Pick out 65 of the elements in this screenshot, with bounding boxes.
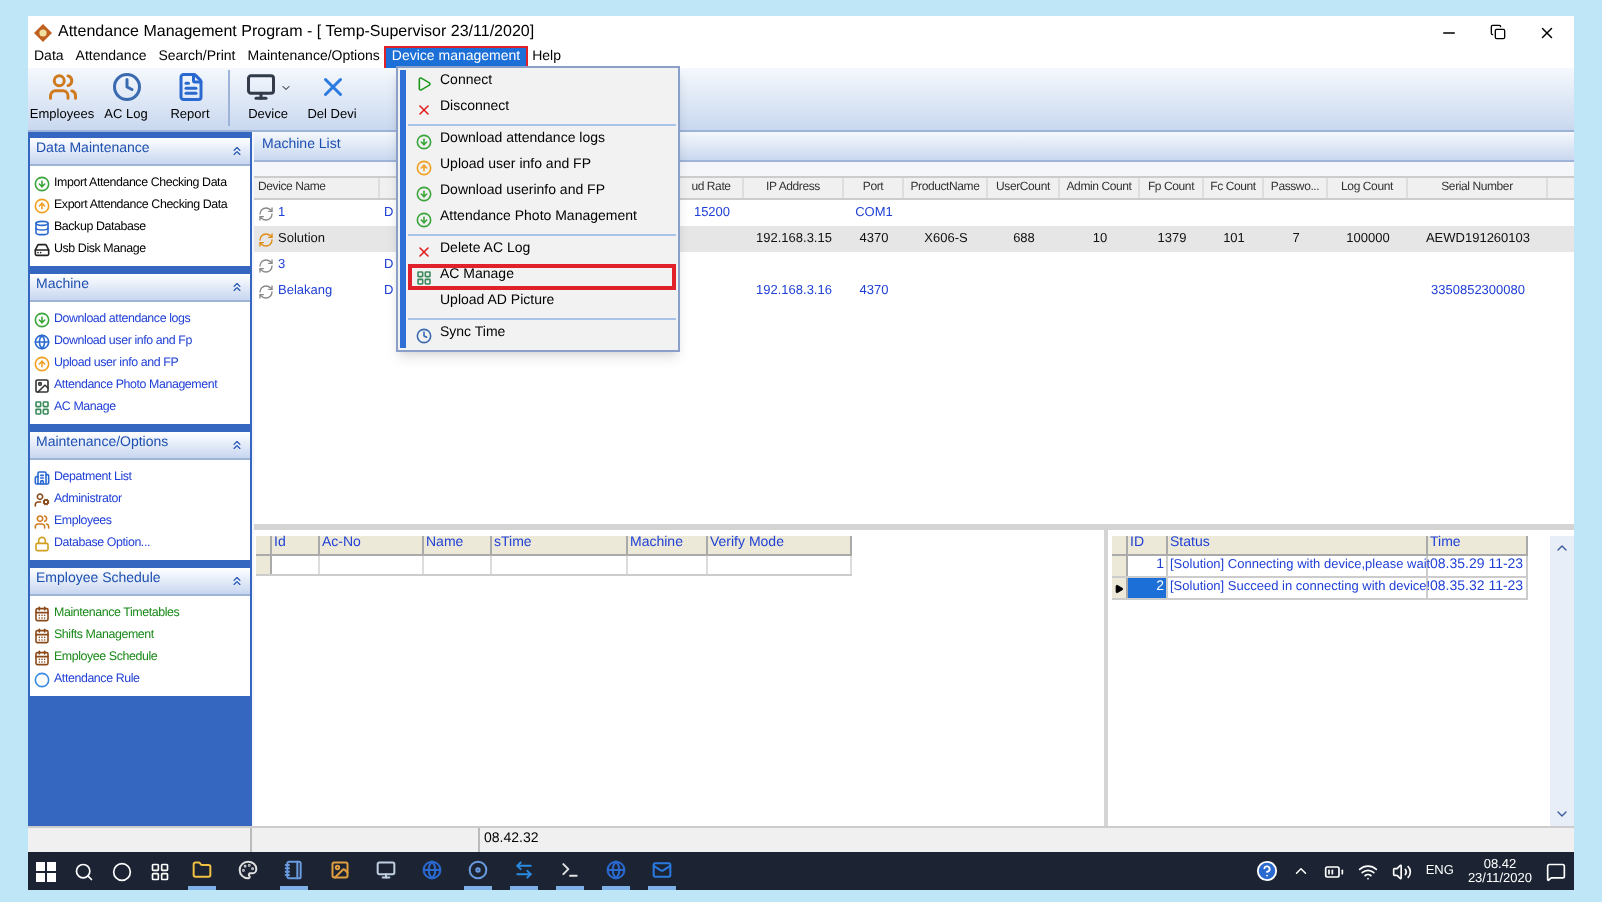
clock-icon — [111, 72, 141, 103]
collapse-icon[interactable] — [230, 438, 244, 452]
cross-icon — [416, 101, 432, 117]
row-pointer-icon — [1114, 583, 1124, 593]
disc-icon — [468, 859, 488, 879]
window-title: Attendance Management Program - [ Temp-Supervisor 23/11/2020] — [58, 20, 535, 44]
row-header[interactable] — [1112, 578, 1128, 598]
upload-icon — [416, 159, 432, 175]
circle-icon — [34, 671, 50, 687]
calendar-icon — [34, 627, 50, 643]
user-icon — [34, 491, 50, 507]
calendar-icon — [34, 605, 50, 621]
photo-icon — [34, 377, 50, 393]
upload-icon — [34, 355, 50, 371]
start-icon[interactable] — [36, 861, 56, 881]
collapse-icon[interactable] — [230, 144, 244, 158]
palette-icon — [238, 859, 258, 879]
collapse-icon[interactable] — [230, 574, 244, 588]
search-icon[interactable] — [74, 861, 94, 881]
lock-icon — [34, 535, 50, 551]
people-icon — [47, 72, 77, 103]
cross-icon — [416, 243, 432, 259]
app-icon — [34, 23, 52, 41]
speaker-icon[interactable] — [1391, 861, 1412, 881]
grid-icon — [34, 399, 50, 415]
building-icon — [34, 469, 50, 485]
caret-icon — [279, 81, 291, 94]
clock-icon — [416, 327, 432, 343]
picture-icon — [330, 859, 350, 879]
folder-icon — [192, 859, 212, 879]
globe-icon — [422, 859, 442, 879]
report-icon — [175, 72, 205, 103]
mail-icon — [652, 859, 672, 879]
download-icon — [416, 185, 432, 201]
device-icon — [245, 72, 275, 103]
terminal-icon — [560, 859, 580, 879]
scroll-down-icon[interactable] — [1554, 806, 1570, 822]
globe-icon — [34, 333, 50, 349]
drive-icon — [34, 241, 50, 257]
database-icon — [34, 219, 50, 235]
download-icon — [34, 311, 50, 327]
restore-icon[interactable] — [1490, 24, 1506, 40]
caret-icon[interactable] — [1291, 862, 1310, 880]
circle-icon[interactable] — [112, 861, 132, 881]
notebook-icon — [284, 859, 304, 879]
play-icon — [416, 75, 432, 91]
monitor-icon — [376, 859, 396, 879]
globe-icon — [606, 859, 626, 879]
download-icon — [34, 175, 50, 191]
task-view-icon[interactable] — [150, 861, 170, 881]
help-icon[interactable] — [1255, 860, 1278, 882]
battery-icon[interactable] — [1323, 861, 1344, 881]
scroll-up-icon[interactable] — [1554, 540, 1570, 556]
people-icon — [34, 513, 50, 529]
upload-icon — [34, 197, 50, 213]
grid-icon — [416, 269, 432, 285]
calendar-icon — [34, 649, 50, 665]
scrollbar[interactable] — [1550, 536, 1574, 826]
download-icon — [416, 133, 432, 149]
close-icon[interactable] — [1538, 23, 1556, 41]
arrows-icon — [514, 859, 534, 879]
notification-icon[interactable] — [1546, 861, 1566, 881]
wifi-icon[interactable] — [1357, 861, 1378, 881]
collapse-icon[interactable] — [230, 280, 244, 294]
download-icon — [416, 211, 432, 227]
